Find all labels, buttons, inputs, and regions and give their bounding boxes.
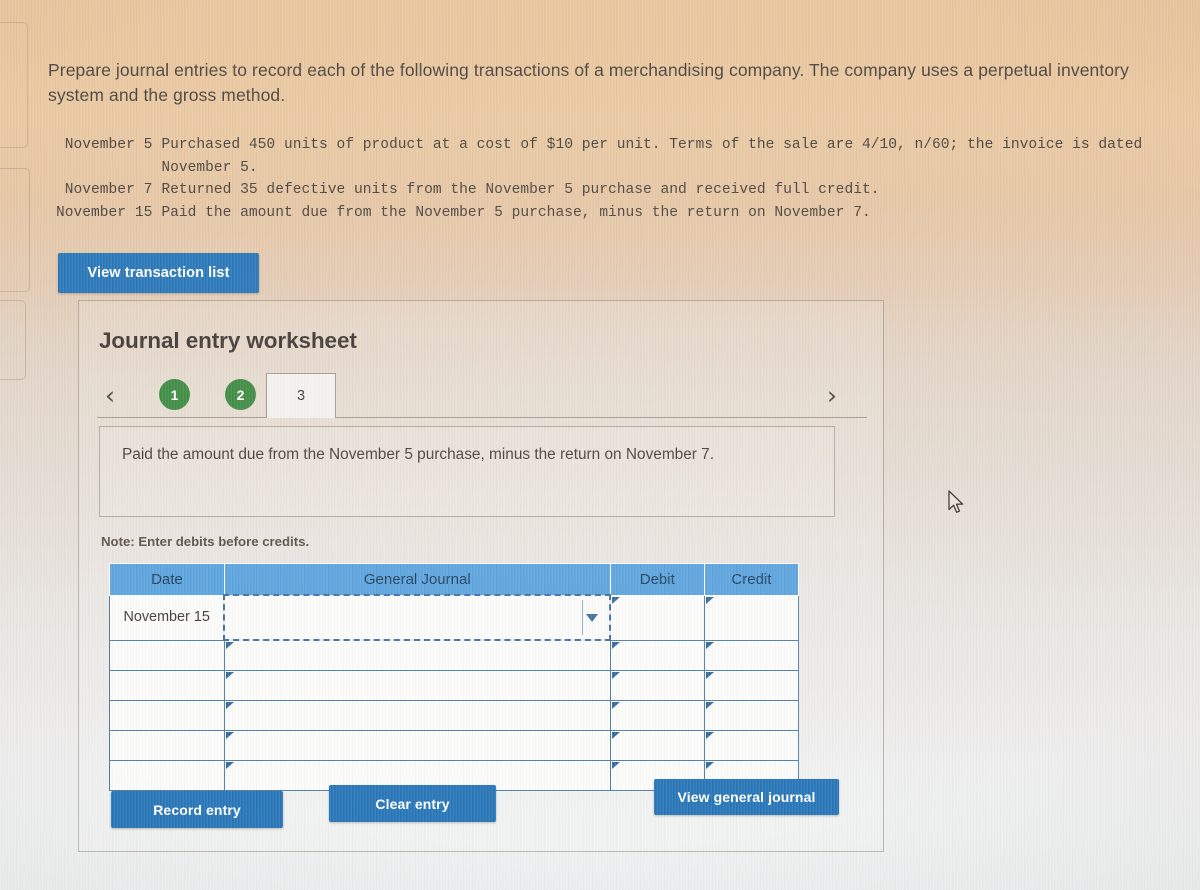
cell-marker-icon	[705, 762, 714, 769]
transaction-date: November 7	[64, 182, 153, 198]
cell-credit[interactable]	[703, 700, 800, 731]
view-transaction-list-button[interactable]: View transaction list	[58, 253, 259, 293]
cell-date[interactable]: November 15	[109, 594, 225, 641]
worksheet-title: Journal entry worksheet	[99, 328, 357, 353]
question-page: Prepare journal entries to record each o…	[0, 0, 1200, 890]
cell-marker-icon	[225, 702, 234, 709]
column-header-debit: Debit	[609, 563, 705, 596]
journal-table-header-row: Date General Journal Debit Credit	[109, 563, 800, 596]
transaction-row: November 5 Purchased 450 units of produc…	[56, 134, 1200, 179]
cell-general-journal[interactable]	[223, 730, 611, 761]
journal-table-row: November 15	[109, 594, 800, 641]
cell-debit[interactable]	[609, 594, 705, 641]
clear-entry-button[interactable]: Clear entry	[329, 785, 496, 822]
cell-marker-icon	[611, 732, 620, 739]
cell-marker-icon	[611, 702, 620, 709]
transaction-list: November 5 Purchased 450 units of produc…	[56, 134, 1200, 224]
cell-marker-icon	[225, 732, 234, 739]
cell-general-journal[interactable]	[223, 700, 611, 731]
cell-marker-icon	[225, 762, 234, 769]
transaction-date: November 5	[64, 137, 153, 153]
debits-before-credits-note: Note: Enter debits before credits.	[101, 534, 310, 549]
step-instruction-text: Paid the amount due from the November 5 …	[122, 446, 714, 463]
transaction-description: Returned 35 defective units from the Nov…	[161, 182, 880, 198]
dropdown-separator	[582, 600, 584, 635]
journal-table-row	[109, 700, 800, 731]
transaction-date: November 15	[56, 204, 153, 221]
cell-debit[interactable]	[609, 639, 705, 671]
cell-marker-icon	[612, 596, 621, 604]
column-header-date: Date	[109, 563, 225, 596]
cell-debit[interactable]	[609, 700, 705, 731]
view-general-journal-button[interactable]: View general journal	[654, 779, 839, 815]
cell-date[interactable]	[109, 760, 225, 791]
step-instruction-box: Paid the amount due from the November 5 …	[99, 426, 835, 517]
cell-date[interactable]	[109, 670, 225, 701]
cell-marker-icon	[705, 596, 714, 604]
cell-marker-icon	[611, 672, 620, 679]
cell-credit[interactable]	[703, 670, 800, 701]
cell-general-journal[interactable]	[223, 639, 611, 671]
transaction-description: Paid the amount due from the November 5 …	[161, 204, 871, 221]
column-header-general-journal: General Journal	[223, 563, 611, 596]
journal-entry-table: Date General Journal Debit Credit Novemb…	[109, 563, 800, 791]
journal-entry-worksheet-panel: Journal entry worksheet ‹ 1 2 3 › Paid t…	[78, 300, 884, 852]
cell-marker-icon	[705, 672, 714, 679]
cell-marker-icon	[705, 702, 714, 709]
cell-date[interactable]	[109, 700, 225, 731]
step-tab-2[interactable]: 2	[225, 379, 256, 410]
cell-marker-icon	[705, 641, 714, 649]
cell-marker-icon	[705, 732, 714, 739]
cell-credit[interactable]	[703, 730, 800, 761]
worksheet-step-tabs: ‹ 1 2 3 ›	[79, 373, 885, 418]
journal-table-row	[109, 730, 800, 761]
next-step-icon[interactable]: ›	[827, 383, 837, 408]
cell-general-journal[interactable]	[223, 670, 611, 701]
cell-date[interactable]	[109, 639, 225, 671]
journal-table-row	[109, 639, 800, 671]
journal-table-row	[109, 670, 800, 701]
cell-marker-icon	[611, 762, 620, 769]
cell-credit[interactable]	[703, 639, 800, 671]
transaction-description: Purchased 450 units of product at a cost…	[161, 137, 1143, 176]
record-entry-button[interactable]: Record entry	[111, 791, 283, 828]
previous-step-icon[interactable]: ‹	[105, 383, 115, 408]
cell-marker-icon	[225, 672, 234, 679]
step-tab-3[interactable]: 3	[266, 373, 336, 418]
transaction-row: November 7 Returned 35 defective units f…	[56, 179, 1200, 202]
chevron-down-icon[interactable]	[586, 613, 599, 622]
column-header-credit: Credit	[703, 563, 800, 596]
cell-debit[interactable]	[609, 670, 705, 701]
step-tab-1[interactable]: 1	[159, 379, 190, 410]
question-prompt: Prepare journal entries to record each o…	[48, 60, 1129, 105]
cell-marker-icon	[611, 641, 620, 649]
cell-date[interactable]	[109, 730, 225, 761]
transaction-row: November 15 Paid the amount due from the…	[56, 202, 1200, 225]
cell-marker-icon	[225, 642, 234, 649]
cell-debit[interactable]	[609, 730, 705, 761]
tab-baseline	[97, 417, 867, 418]
cell-credit[interactable]	[703, 594, 800, 641]
cell-general-journal-active[interactable]	[223, 594, 612, 641]
